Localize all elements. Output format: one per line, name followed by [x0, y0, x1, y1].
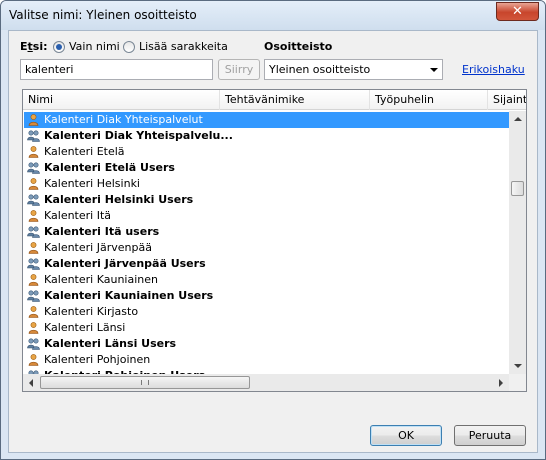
- list-item[interactable]: Kalenteri Helsinki: [24, 176, 511, 192]
- list-item[interactable]: Kalenteri Itä users: [24, 224, 511, 240]
- list-item[interactable]: Kalenteri Kauniainen: [24, 272, 511, 288]
- list-item-name: Kalenteri Kauniainen Users: [44, 289, 214, 302]
- close-button[interactable]: ✕: [496, 2, 539, 21]
- list-rows: Kalenteri Diak Yhteispalvelut Kalenteri D…: [24, 112, 511, 384]
- list-item-name: Kalenteri Itä: [44, 209, 112, 222]
- list-item-name: Kalenteri Diak Yhteispalvelut: [44, 113, 203, 126]
- list-item-name: Kalenteri Helsinki Users: [44, 193, 194, 206]
- column-title[interactable]: Tehtävänimike: [220, 90, 370, 110]
- list-item-name: Kalenteri Järvenpää Users: [44, 257, 206, 270]
- search-input[interactable]: [20, 59, 213, 80]
- user-icon: [27, 114, 40, 126]
- group-icon: [27, 258, 40, 270]
- names-only-radio[interactable]: [53, 41, 65, 53]
- user-icon: [27, 354, 40, 366]
- scroll-left-icon[interactable]: [29, 379, 33, 387]
- window-title: Valitse nimi: Yleinen osoitteisto: [9, 8, 197, 22]
- close-icon: ✕: [512, 4, 523, 19]
- list-item[interactable]: Kalenteri Itä: [24, 208, 511, 224]
- select-name-dialog: Valitse nimi: Yleinen osoitteisto ✕ Etsi…: [0, 0, 546, 460]
- group-icon: [27, 290, 40, 302]
- group-icon: [27, 226, 40, 238]
- list-item[interactable]: Kalenteri Etelä Users: [24, 160, 511, 176]
- user-icon: [27, 242, 40, 254]
- search-label: Etsi:: [20, 40, 48, 53]
- list-item[interactable]: Kalenteri Kauniainen Users: [24, 288, 511, 304]
- group-icon: [27, 130, 40, 142]
- list-item-name: Kalenteri Kauniainen: [44, 273, 158, 286]
- names-only-label[interactable]: Vain nimi: [69, 40, 120, 53]
- scroll-corner: [509, 374, 526, 391]
- list-item[interactable]: Kalenteri Länsi: [24, 320, 511, 336]
- user-icon: [27, 274, 40, 286]
- more-columns-radio[interactable]: [123, 41, 135, 53]
- title-bar: Valitse nimi: Yleinen osoitteisto ✕: [1, 1, 545, 30]
- list-item[interactable]: Kalenteri Pohjoinen: [24, 352, 511, 368]
- list-item[interactable]: Kalenteri Länsi Users: [24, 336, 511, 352]
- horizontal-scrollbar[interactable]: [23, 374, 509, 391]
- column-phone[interactable]: Työpuhelin: [370, 90, 488, 110]
- grip-icon: [141, 380, 149, 385]
- user-icon: [27, 146, 40, 158]
- list-item-name: Kalenteri Itä users: [44, 225, 160, 238]
- cancel-button[interactable]: Peruuta: [454, 425, 526, 446]
- advanced-find-link[interactable]: Erikoishaku: [462, 63, 525, 76]
- list-item-name: Kalenteri Länsi Users: [44, 337, 177, 350]
- list-item-name: Kalenteri Etelä Users: [44, 161, 175, 174]
- user-icon: [27, 178, 40, 190]
- name-list: Nimi Tehtävänimike Työpuhelin Sijainti K…: [22, 89, 527, 392]
- scroll-down-icon[interactable]: [514, 364, 522, 368]
- group-icon: [27, 338, 40, 350]
- list-item[interactable]: Kalenteri Järvenpää: [24, 240, 511, 256]
- chevron-down-icon: [430, 68, 438, 72]
- user-icon: [27, 322, 40, 334]
- ok-button[interactable]: OK: [370, 425, 442, 446]
- user-icon: [27, 306, 40, 318]
- user-icon: [27, 210, 40, 222]
- column-location[interactable]: Sijainti: [488, 90, 526, 110]
- list-item[interactable]: Kalenteri Kirjasto: [24, 304, 511, 320]
- list-item[interactable]: Kalenteri Diak Yhteispalvelut: [24, 112, 511, 128]
- address-book-selected: Yleinen osoitteisto: [269, 63, 371, 76]
- address-book-label: Osoitteisto: [264, 40, 333, 53]
- horizontal-scroll-thumb[interactable]: [40, 376, 250, 389]
- scroll-right-icon[interactable]: [499, 379, 503, 387]
- list-item-name: Kalenteri Järvenpää: [44, 241, 152, 254]
- vertical-scroll-thumb[interactable]: [511, 181, 524, 196]
- list-item-name: Kalenteri Diak Yhteispalvelu...: [44, 129, 233, 142]
- scroll-up-icon[interactable]: [514, 117, 522, 121]
- more-columns-label[interactable]: Lisää sarakkeita: [139, 40, 228, 53]
- list-item[interactable]: Kalenteri Diak Yhteispalvelu...: [24, 128, 511, 144]
- list-item[interactable]: Kalenteri Helsinki Users: [24, 192, 511, 208]
- list-item-name: Kalenteri Helsinki: [44, 177, 140, 190]
- list-header: Nimi Tehtävänimike Työpuhelin Sijainti: [23, 90, 526, 110]
- list-item-name: Kalenteri Pohjoinen: [44, 353, 151, 366]
- column-name[interactable]: Nimi: [23, 90, 220, 110]
- go-button[interactable]: Siirry: [218, 59, 260, 80]
- group-icon: [27, 194, 40, 206]
- group-icon: [27, 162, 40, 174]
- address-book-dropdown[interactable]: Yleinen osoitteisto: [264, 59, 443, 80]
- list-item[interactable]: Kalenteri Etelä: [24, 144, 511, 160]
- list-item-name: Kalenteri Kirjasto: [44, 305, 139, 318]
- vertical-scrollbar[interactable]: [509, 111, 526, 374]
- list-item-name: Kalenteri Etelä: [44, 145, 125, 158]
- dialog-body: Etsi: Vain nimi Lisää sarakkeita Osoitte…: [8, 30, 538, 453]
- list-item-name: Kalenteri Länsi: [44, 321, 126, 334]
- list-item[interactable]: Kalenteri Järvenpää Users: [24, 256, 511, 272]
